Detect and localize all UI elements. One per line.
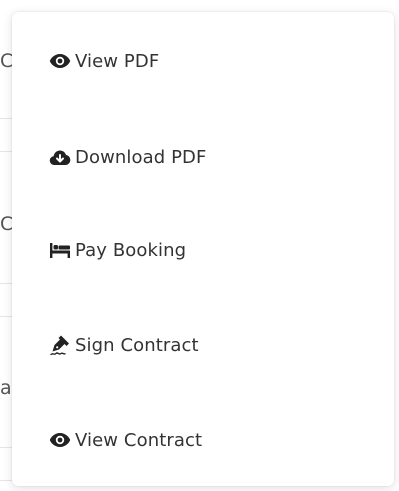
menu-item-pay-booking[interactable]: Pay Booking bbox=[49, 235, 186, 265]
cell-text-fragment: a bbox=[0, 378, 12, 398]
menu-item-label: View Contract bbox=[75, 429, 203, 451]
menu-item-label: Pay Booking bbox=[75, 239, 187, 261]
cell-text-fragment: C bbox=[0, 51, 12, 71]
menu-item-label: View PDF bbox=[75, 50, 160, 72]
menu-item-sign-contract[interactable]: Sign Contract bbox=[49, 330, 199, 360]
bed-icon bbox=[49, 239, 71, 261]
menu-item-view-contract[interactable]: View Contract bbox=[49, 425, 202, 455]
eye-icon bbox=[49, 429, 71, 451]
actions-dropdown-menu: View PDF Download PDF Pay Booking Sign C… bbox=[12, 12, 394, 486]
cell-text-fragment: C bbox=[0, 214, 12, 234]
menu-item-label: Sign Contract bbox=[75, 334, 199, 356]
menu-item-view-pdf[interactable]: View PDF bbox=[49, 46, 159, 76]
menu-item-download-pdf[interactable]: Download PDF bbox=[49, 142, 206, 172]
eye-icon bbox=[49, 50, 71, 72]
menu-item-label: Download PDF bbox=[75, 146, 207, 168]
signature-icon bbox=[49, 334, 71, 356]
cloud-download-icon bbox=[49, 146, 71, 168]
